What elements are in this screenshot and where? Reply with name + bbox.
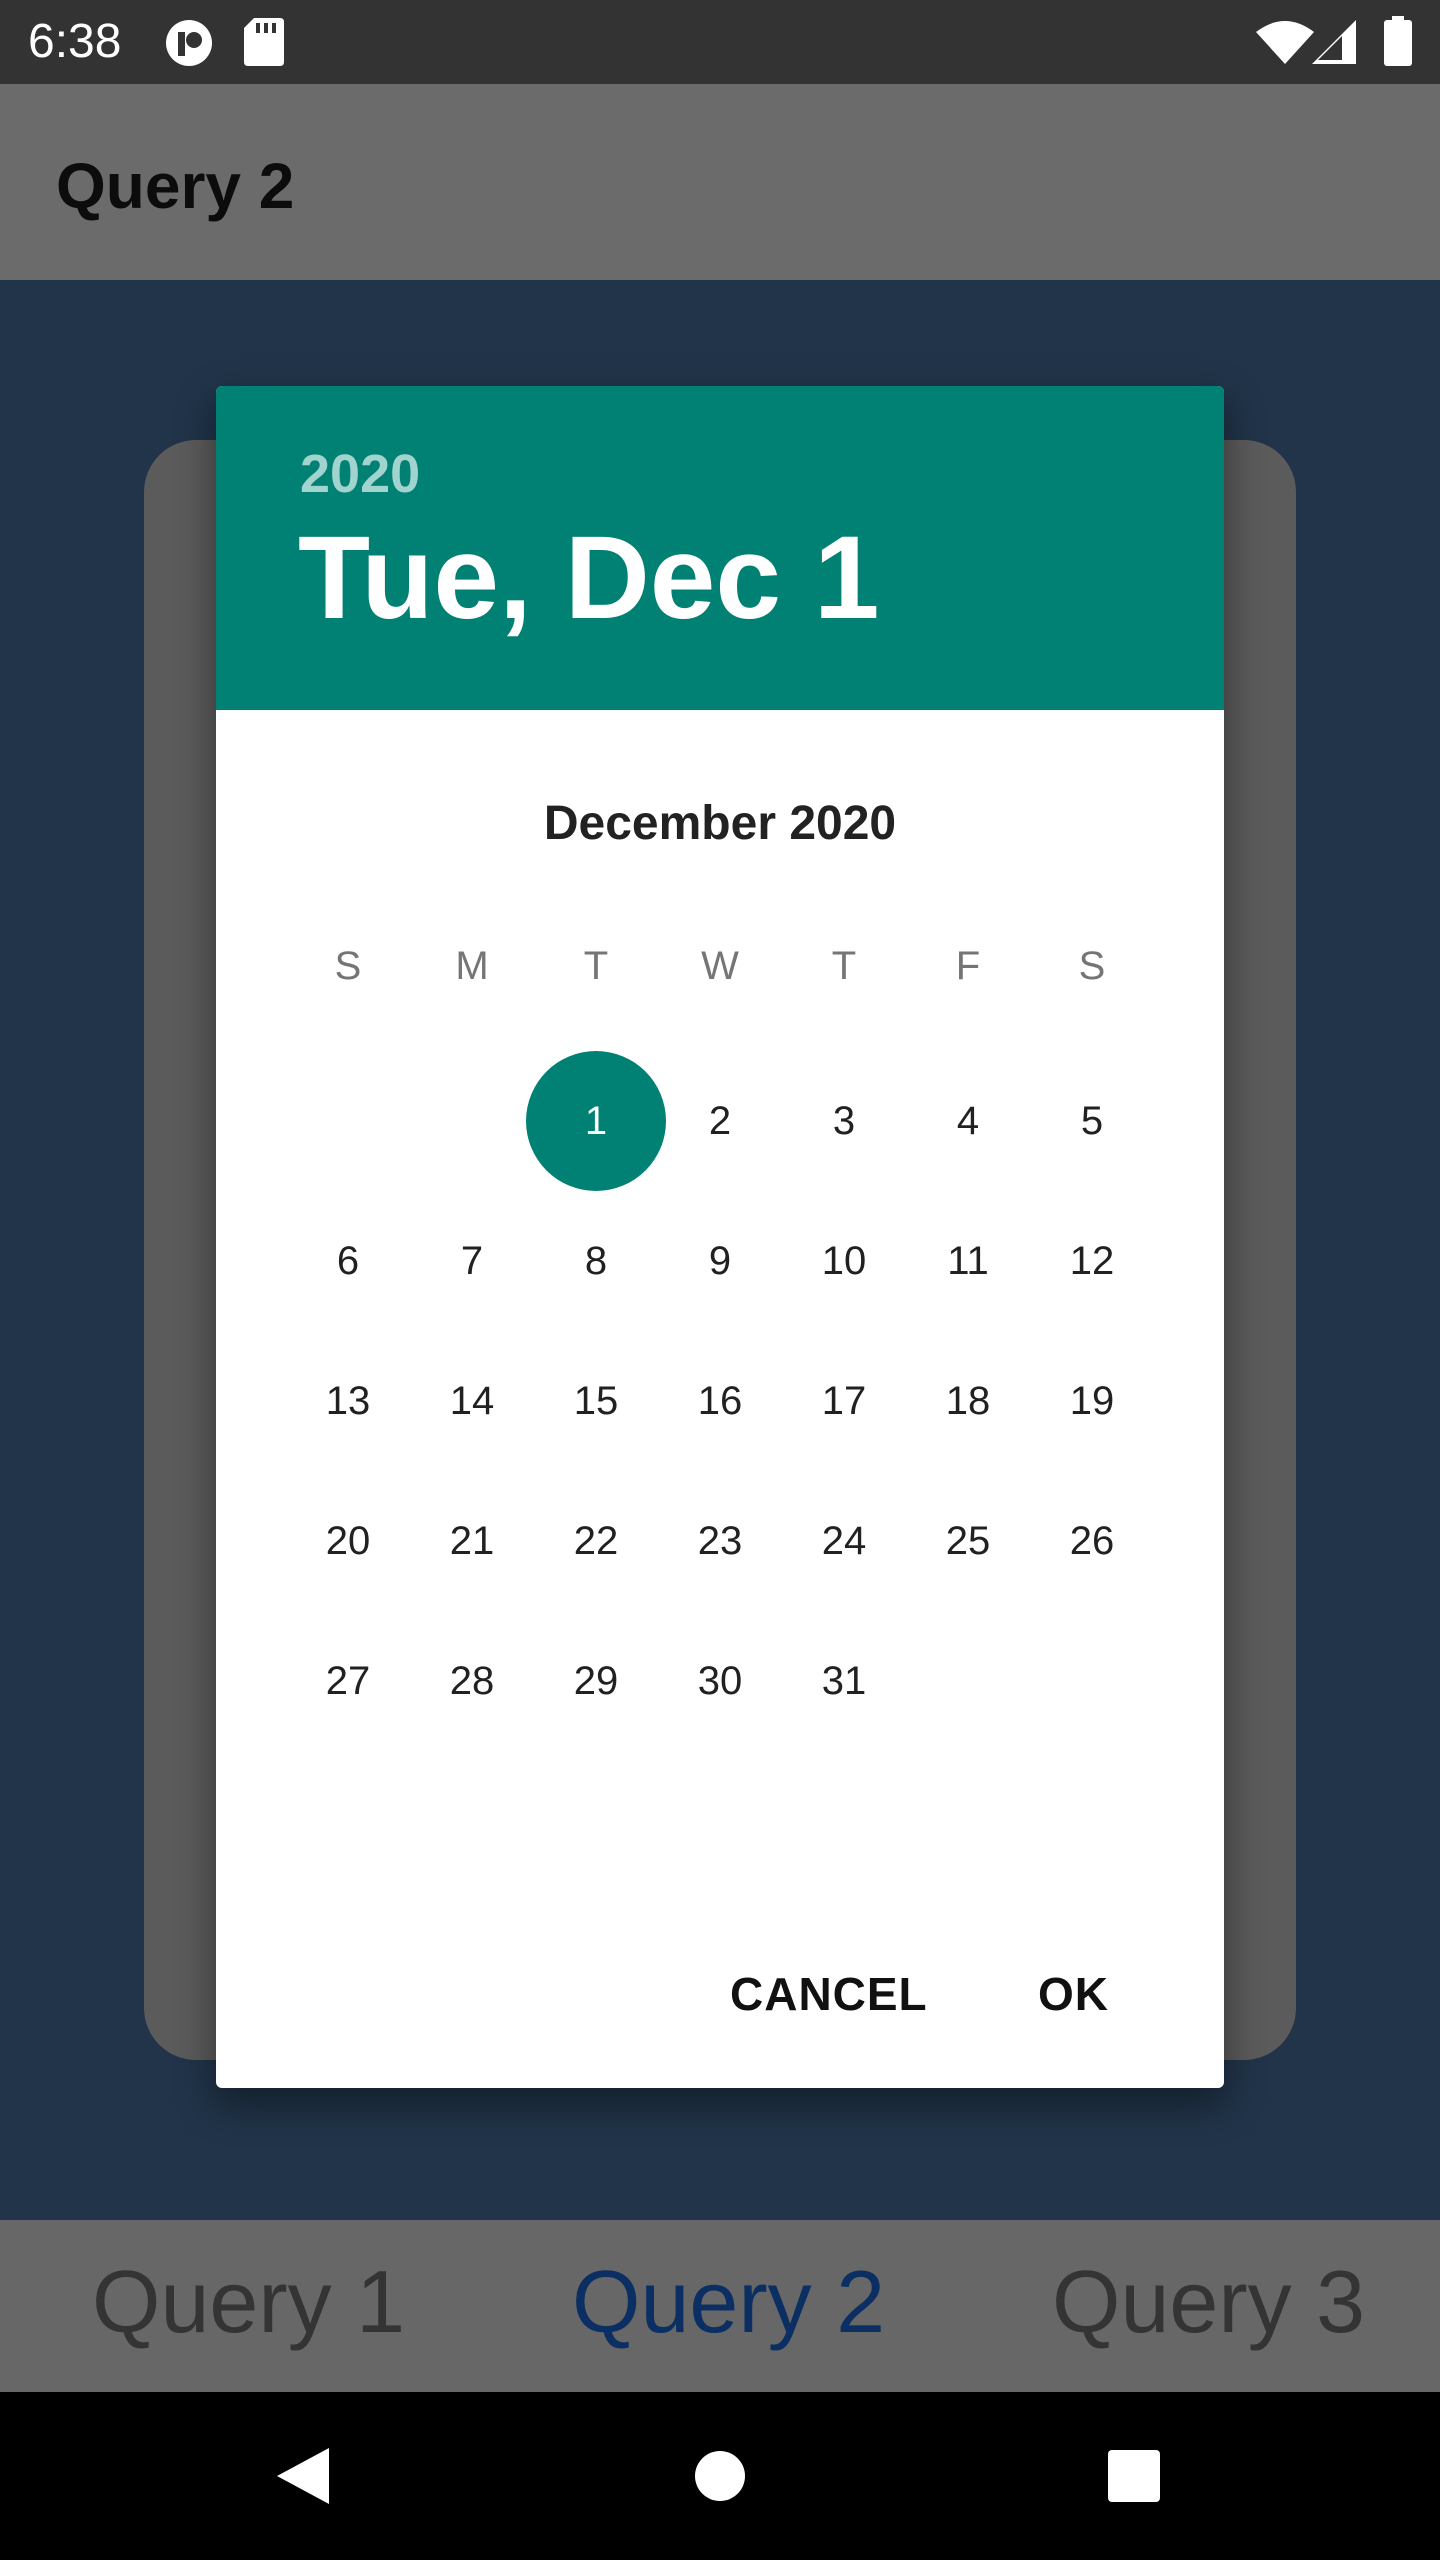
weekday-label: M	[455, 944, 489, 988]
calendar-day[interactable]: 21	[402, 1471, 542, 1611]
calendar-day[interactable]: 18	[898, 1331, 1038, 1471]
calendar-day[interactable]: 6	[278, 1191, 418, 1331]
calendar-day[interactable]: 31	[774, 1611, 914, 1751]
app-title: Query 2	[56, 150, 295, 222]
tab-query-1[interactable]: Query 1	[92, 2248, 405, 2356]
bottom-tab-bar: Query 1 Query 2 Query 3	[0, 2220, 1440, 2392]
calendar-day[interactable]: 23	[650, 1471, 790, 1611]
calendar-day[interactable]: 16	[650, 1331, 790, 1471]
header-year[interactable]: 2020	[300, 442, 420, 506]
weekday-label: F	[955, 944, 981, 988]
calendar-day[interactable]: 5	[1022, 1051, 1162, 1191]
calendar-day[interactable]: 26	[1022, 1471, 1162, 1611]
date-picker-header: 2020 Tue, Dec 1	[216, 386, 1224, 710]
navigation-bar	[0, 2392, 1440, 2560]
home-icon	[695, 2451, 745, 2501]
calendar-day[interactable]: 28	[402, 1611, 542, 1751]
calendar-day[interactable]: 19	[1022, 1331, 1162, 1471]
calendar-day[interactable]: 12	[1022, 1191, 1162, 1331]
month-label: December 2020	[543, 797, 897, 850]
calendar-day[interactable]: 22	[526, 1471, 666, 1611]
weekday-label: T	[583, 944, 609, 988]
app-bar: Query 2	[0, 84, 1440, 280]
recents-icon	[1108, 2450, 1160, 2502]
back-icon	[277, 2448, 329, 2504]
calendar-day[interactable]: 24	[774, 1471, 914, 1611]
status-bar: 6:38	[0, 0, 1440, 84]
battery-icon	[1384, 16, 1412, 71]
ok-button[interactable]: OK	[1038, 1966, 1109, 2022]
calendar-day[interactable]: 7	[402, 1191, 542, 1331]
header-selected-date[interactable]: Tue, Dec 1	[298, 510, 879, 646]
weekday-label: T	[831, 944, 857, 988]
calendar-day[interactable]: 14	[402, 1331, 542, 1471]
recents-button[interactable]	[1054, 2392, 1214, 2560]
calendar-day[interactable]: 8	[526, 1191, 666, 1331]
weekday-label: W	[701, 944, 739, 988]
calendar-day[interactable]: 17	[774, 1331, 914, 1471]
calendar-day[interactable]: 15	[526, 1331, 666, 1471]
calendar-day[interactable]: 9	[650, 1191, 790, 1331]
cell-signal-icon	[1312, 20, 1356, 69]
calendar-day[interactable]: 3	[774, 1051, 914, 1191]
calendar-day[interactable]: 4	[898, 1051, 1038, 1191]
calendar-day[interactable]: 30	[650, 1611, 790, 1751]
calendar-day[interactable]: 10	[774, 1191, 914, 1331]
calendar-day[interactable]: 13	[278, 1331, 418, 1471]
weekday-label: S	[334, 944, 362, 988]
calendar-day[interactable]: 29	[526, 1611, 666, 1751]
status-time: 6:38	[28, 15, 122, 68]
calendar-day[interactable]: 27	[278, 1611, 418, 1751]
calendar-day[interactable]: 25	[898, 1471, 1038, 1611]
wifi-icon	[1256, 20, 1314, 69]
calendar-day[interactable]: 2	[650, 1051, 790, 1191]
weekday-label: S	[1078, 944, 1106, 988]
sd-card-icon	[244, 18, 284, 71]
calendar-day[interactable]: 20	[278, 1471, 418, 1611]
selected-day[interactable]: 1	[526, 1051, 666, 1191]
date-picker-dialog: 2020 Tue, Dec 1 December 2020 S M T W T …	[216, 386, 1224, 2088]
home-button[interactable]	[640, 2392, 800, 2560]
circle-app-icon	[164, 18, 214, 73]
tab-query-3[interactable]: Query 3	[1052, 2248, 1365, 2356]
calendar-day[interactable]: 11	[898, 1191, 1038, 1331]
tab-query-2[interactable]: Query 2	[572, 2248, 885, 2356]
cancel-button[interactable]: CANCEL	[730, 1966, 928, 2022]
back-button[interactable]	[222, 2392, 382, 2560]
